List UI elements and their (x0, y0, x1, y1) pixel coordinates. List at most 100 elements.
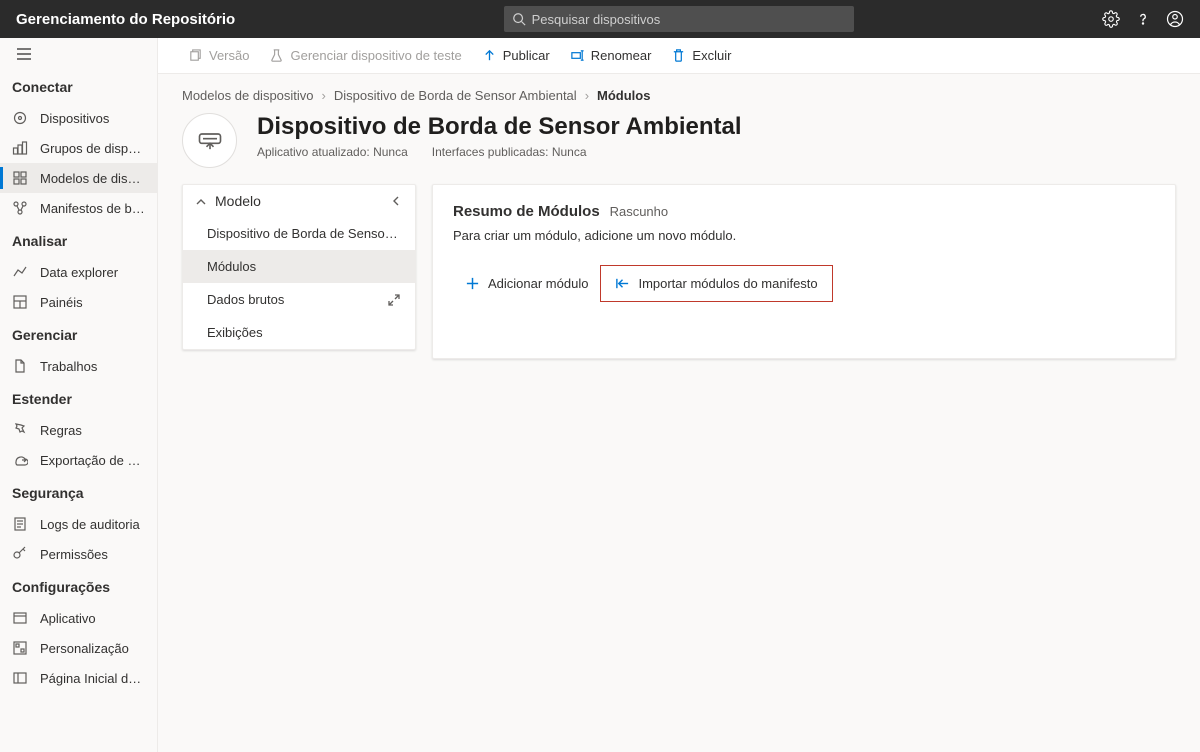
chevron-right-icon: › (585, 88, 589, 103)
sidebar-item-application[interactable]: Aplicativo (0, 603, 157, 633)
header-right (1102, 10, 1184, 28)
cmd-label: Gerenciar dispositivo de teste (290, 48, 461, 63)
gear-icon[interactable] (1102, 10, 1120, 28)
nav-section-analisar: Analisar (0, 223, 157, 257)
page-title: Dispositivo de Borda de Sensor Ambiental (257, 113, 742, 141)
account-icon[interactable] (1166, 10, 1184, 28)
cmd-publish[interactable]: Publicar (472, 38, 560, 74)
cmd-label: Excluir (692, 48, 731, 63)
title-meta: Aplicativo atualizado: Nunca Interfaces … (257, 145, 742, 159)
search-bar[interactable] (504, 6, 854, 32)
sidebar-item-label: Trabalhos (40, 359, 97, 374)
title-block: Dispositivo de Borda de Sensor Ambiental… (182, 113, 1176, 168)
modules-panel: Resumo de Módulos Rascunho Para criar um… (432, 184, 1176, 359)
tree-item-modules[interactable]: Módulos (183, 250, 415, 283)
cmd-delete[interactable]: Excluir (661, 38, 741, 74)
tree-item-device[interactable]: Dispositivo de Borda de Sensor Am... (183, 217, 415, 250)
sidebar-item-device-templates[interactable]: Modelos de disposit... (0, 163, 157, 193)
crumb-templates[interactable]: Modelos de dispositivo (182, 88, 314, 103)
breadcrumb: Modelos de dispositivo › Dispositivo de … (182, 88, 1176, 103)
modules-title-row: Resumo de Módulos Rascunho (453, 203, 1155, 220)
tree-item-label: Dados brutos (207, 292, 284, 307)
sidebar-item-permissions[interactable]: Permissões (0, 539, 157, 569)
top-header: Gerenciamento do Repositório (0, 0, 1200, 38)
sidebar-item-device-groups[interactable]: Grupos de dispositivos (0, 133, 157, 163)
dashboard-icon (12, 294, 28, 310)
command-bar: Versão Gerenciar dispositivo de teste Pu… (158, 38, 1200, 74)
nav-section-configuracoes: Configurações (0, 569, 157, 603)
home-icon (12, 670, 28, 686)
draft-badge: Rascunho (610, 204, 669, 219)
sidebar-item-label: Exportação de dados (40, 453, 145, 468)
chevron-left-icon[interactable] (389, 194, 403, 208)
model-panel-title: Modelo (215, 193, 261, 209)
sidebar-item-jobs[interactable]: Trabalhos (0, 351, 157, 381)
expand-icon[interactable] (387, 293, 401, 307)
meta-published: Interfaces publicadas: Nunca (432, 145, 587, 159)
sidebar-item-label: Grupos de dispositivos (40, 141, 145, 156)
search-icon (512, 12, 526, 26)
cmd-manage-test-device[interactable]: Gerenciar dispositivo de teste (259, 38, 471, 74)
hamburger-button[interactable] (0, 38, 157, 69)
import-modules-label: Importar módulos do manifesto (638, 276, 817, 291)
nav-section-estender: Estender (0, 381, 157, 415)
sidebar-item-label: Permissões (40, 547, 108, 562)
tree-item-raw-data[interactable]: Dados brutos (183, 283, 415, 316)
sidebar-item-customization[interactable]: Personalização (0, 633, 157, 663)
crumb-device[interactable]: Dispositivo de Borda de Sensor Ambiental (334, 88, 577, 103)
sidebar-item-data-explorer[interactable]: Data explorer (0, 257, 157, 287)
module-actions: Adicionar módulo Importar módulos do man… (453, 265, 1155, 302)
nav-section-seguranca: Segurança (0, 475, 157, 509)
sidebar-item-label: Página Inicial do IoT C (40, 671, 145, 686)
version-icon (188, 48, 203, 63)
sidebar-item-devices[interactable]: Dispositivos (0, 103, 157, 133)
manifest-icon (12, 200, 28, 216)
cmd-label: Versão (209, 48, 249, 63)
chart-icon (12, 264, 28, 280)
sidebar-item-iot-homepage[interactable]: Página Inicial do IoT C (0, 663, 157, 693)
two-column-layout: Modelo Dispositivo de Borda de Sensor Am… (182, 184, 1176, 359)
import-modules-button[interactable]: Importar módulos do manifesto (603, 268, 829, 299)
sidebar-item-label: Personalização (40, 641, 129, 656)
app-icon (12, 610, 28, 626)
tree-item-views[interactable]: Exibições (183, 316, 415, 349)
modules-summary-title: Resumo de Módulos (453, 203, 600, 220)
title-texts: Dispositivo de Borda de Sensor Ambiental… (257, 113, 742, 159)
jobs-icon (12, 358, 28, 374)
device-badge-icon (182, 113, 237, 168)
sidebar-item-label: Painéis (40, 295, 83, 310)
cmd-label: Renomear (591, 48, 652, 63)
key-icon (12, 546, 28, 562)
sidebar-item-edge-manifests[interactable]: Manifestos de borda (0, 193, 157, 223)
model-panel-header[interactable]: Modelo (183, 185, 415, 217)
sidebar-item-audit-logs[interactable]: Logs de auditoria (0, 509, 157, 539)
add-module-button[interactable]: Adicionar módulo (453, 268, 600, 299)
device-icon (12, 110, 28, 126)
plus-icon (465, 276, 480, 291)
audit-icon (12, 516, 28, 532)
sidebar: Conectar Dispositivos Grupos de disposit… (0, 38, 158, 752)
cmd-label: Publicar (503, 48, 550, 63)
templates-icon (12, 170, 28, 186)
add-module-label: Adicionar módulo (488, 276, 588, 291)
modules-description: Para criar um módulo, adicione um novo m… (453, 228, 1155, 243)
content-area: Modelos de dispositivo › Dispositivo de … (158, 74, 1200, 752)
rules-icon (12, 422, 28, 438)
main-layout: Conectar Dispositivos Grupos de disposit… (0, 38, 1200, 752)
flask-icon (269, 48, 284, 63)
crumb-modules: Módulos (597, 88, 650, 103)
model-panel: Modelo Dispositivo de Borda de Sensor Am… (182, 184, 416, 350)
sidebar-item-label: Modelos de disposit... (40, 171, 145, 186)
groups-icon (12, 140, 28, 156)
import-highlight-box: Importar módulos do manifesto (600, 265, 832, 302)
search-input[interactable] (532, 12, 846, 27)
publish-icon (482, 48, 497, 63)
sidebar-item-dashboards[interactable]: Painéis (0, 287, 157, 317)
sidebar-item-data-export[interactable]: Exportação de dados (0, 445, 157, 475)
sidebar-item-label: Logs de auditoria (40, 517, 140, 532)
sidebar-item-rules[interactable]: Regras (0, 415, 157, 445)
cmd-version[interactable]: Versão (178, 38, 259, 74)
help-icon[interactable] (1134, 10, 1152, 28)
cmd-rename[interactable]: Renomear (560, 38, 662, 74)
trash-icon (671, 48, 686, 63)
